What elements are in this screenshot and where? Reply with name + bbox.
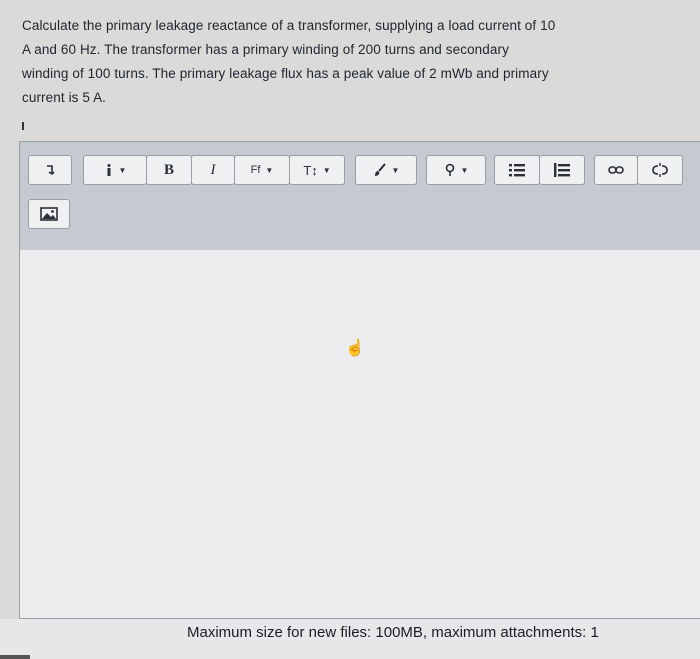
question-line: winding of 100 turns. The primary leakag… <box>22 66 549 81</box>
image-icon <box>40 207 58 221</box>
font-size-button[interactable]: T↕ ▼ <box>289 155 345 185</box>
hand-cursor-icon: ☝ <box>345 340 365 357</box>
numbered-list-icon <box>554 163 570 177</box>
bullet-list-icon <box>509 163 525 177</box>
collapse-icon <box>44 164 56 176</box>
font-family-button[interactable]: Ff ▼ <box>234 155 290 185</box>
insert-link-button[interactable] <box>594 155 638 185</box>
link-icon <box>608 163 624 177</box>
text-cursor <box>22 122 24 130</box>
paragraph-style-button[interactable]: ▼ <box>83 155 147 185</box>
file-limits-text: Maximum size for new files: 100MB, maxim… <box>187 624 599 641</box>
attachment-footer: Maximum size for new files: 100MB, maxim… <box>0 619 700 659</box>
font-family-label: Ff <box>250 164 261 176</box>
insert-image-button[interactable] <box>28 199 70 229</box>
highlight-button[interactable]: ▼ <box>426 155 486 185</box>
question-line: current is 5 A. <box>22 90 107 105</box>
bullet-list-button[interactable] <box>494 155 540 185</box>
collapse-toolbar-button[interactable] <box>28 155 72 185</box>
brush-icon <box>373 163 387 177</box>
italic-label: I <box>210 161 216 178</box>
question-line: A and 60 Hz. The transformer has a prima… <box>22 42 509 57</box>
question-text: Calculate the primary leakage reactance … <box>22 14 692 110</box>
numbered-list-button[interactable] <box>539 155 585 185</box>
bold-button[interactable]: B <box>146 155 192 185</box>
chevron-down-icon: ▼ <box>265 165 274 175</box>
italic-button[interactable]: I <box>191 155 235 185</box>
rich-text-editor: ▼ B I Ff ▼ T↕ ▼ ▼ ▼ ☝ <box>19 141 700 619</box>
unlink-icon <box>652 163 668 177</box>
chevron-down-icon: ▼ <box>460 165 469 175</box>
unlink-button[interactable] <box>637 155 683 185</box>
info-icon <box>104 163 114 177</box>
question-line: Calculate the primary leakage reactance … <box>22 18 556 33</box>
chevron-down-icon: ▼ <box>391 165 400 175</box>
bold-label: B <box>163 161 174 178</box>
chevron-down-icon: ▼ <box>118 165 127 175</box>
marker-icon <box>444 163 456 177</box>
chevron-down-icon: ▼ <box>322 165 331 175</box>
font-size-label: T↕ <box>303 162 318 178</box>
editor-toolbar: ▼ B I Ff ▼ T↕ ▼ ▼ ▼ <box>20 142 700 251</box>
editor-text-area[interactable]: ☝ <box>20 250 700 618</box>
footer-divider <box>0 655 30 659</box>
text-color-button[interactable]: ▼ <box>355 155 417 185</box>
